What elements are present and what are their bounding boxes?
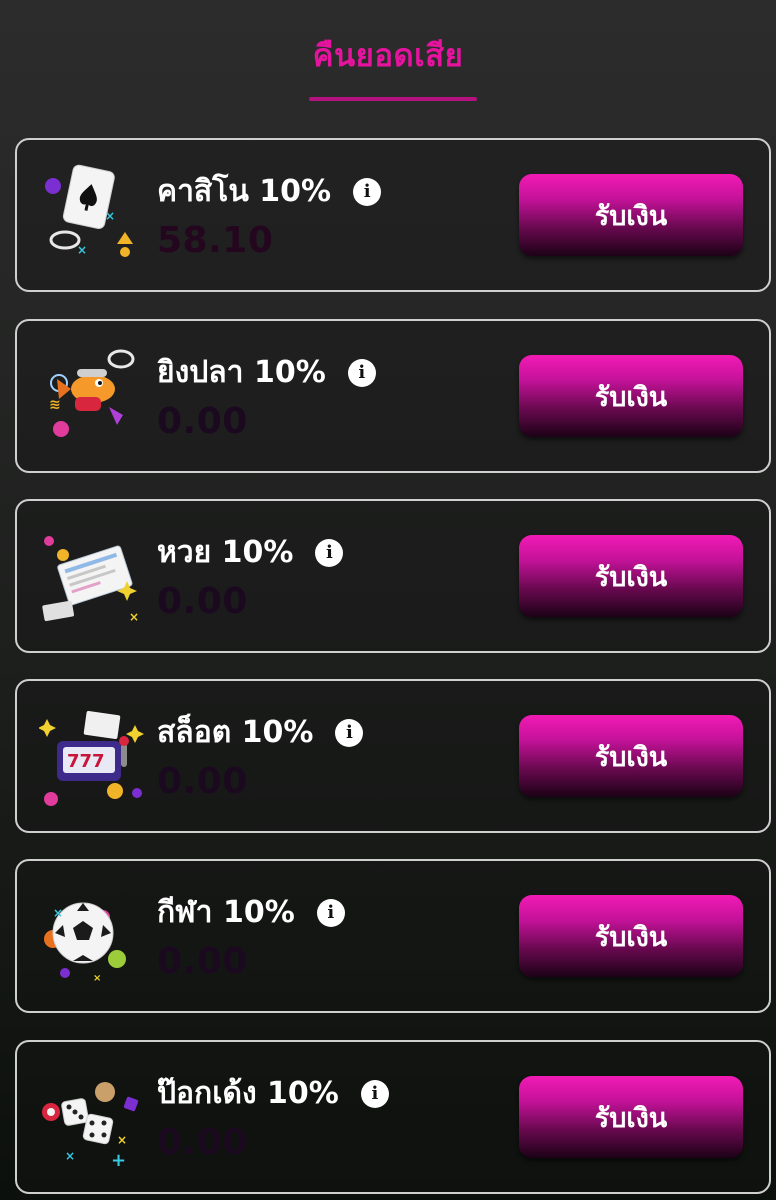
card-title-label: ยิงปลา 10% [157,355,326,390]
svg-text:×: × [93,973,101,984]
card-title-label: สล็อต 10% [157,715,314,750]
card-title: ยิงปลา 10% i [157,349,376,396]
svg-text:+: + [111,1150,126,1168]
playing-card-icon: × × [39,156,149,266]
info-icon[interactable]: i [347,358,376,387]
card-title: กีฬา 10% i [157,889,345,936]
svg-text:≋: ≋ [49,397,61,413]
soccer-ball-icon: × × [39,877,149,987]
card-title: คาสิโน 10% i [157,168,382,215]
svg-text:×: × [117,1133,127,1147]
cashback-card-casino: × × คาสิโน 10% i 58.10 รับเงิน [15,138,771,292]
svg-text:×: × [65,1149,75,1163]
page-title: คืนยอดเสีย [312,38,464,74]
svg-text:777: 777 [67,751,105,772]
claim-button[interactable]: รับเงิน [519,535,743,617]
svg-text:×: × [105,209,115,223]
page-header: คืนยอดเสีย [0,0,776,130]
cashback-card-lottery: × หวย 10% i 0.00 รับเงิน [15,499,771,653]
info-icon[interactable]: i [360,1079,389,1108]
cashback-card-slots: 777 สล็อต 10% i 0.00 รับเงิน [15,679,771,833]
card-amount: 58.10 [157,220,274,261]
claim-button[interactable]: รับเงิน [519,1076,743,1158]
claim-button[interactable]: รับเงิน [519,355,743,437]
svg-text:×: × [77,243,87,257]
card-amount: 0.00 [157,941,248,982]
card-amount: 0.00 [157,401,248,442]
card-amount: 0.00 [157,761,248,802]
claim-button[interactable]: รับเงิน [519,715,743,797]
info-icon[interactable]: i [315,538,344,567]
slot-machine-icon: 777 [38,697,149,807]
claim-button[interactable]: รับเงิน [519,895,743,977]
svg-text:×: × [129,610,139,624]
card-title-label: คาสิโน 10% [157,174,332,209]
cashback-card-fishing: ≋ ยิงปลา 10% i 0.00 รับเงิน [15,319,771,473]
card-title-label: หวย 10% [157,535,294,570]
card-amount: 0.00 [157,581,248,622]
cashback-card-sports: × × กีฬา 10% i 0.00 รับเงิน [15,859,771,1013]
card-title-label: ป๊อกเด้ง 10% [157,1076,339,1111]
info-icon[interactable]: i [353,177,382,206]
info-icon[interactable]: i [316,898,345,927]
svg-text:×: × [53,906,63,920]
info-icon[interactable]: i [335,718,364,747]
card-title: ป๊อกเด้ง 10% i [157,1070,389,1117]
card-title: สล็อต 10% i [157,709,364,756]
title-underline [309,97,477,101]
lottery-ticket-icon: × [39,517,149,627]
card-title: หวย 10% i [157,529,344,576]
card-amount: 0.00 [157,1122,248,1163]
claim-button[interactable]: รับเงิน [519,174,743,256]
card-title-label: กีฬา 10% [157,895,295,930]
fish-shooter-icon: ≋ [39,337,149,447]
dice-icon: × + × [39,1058,149,1171]
cashback-card-pokdeng: × + × ป๊อกเด้ง 10% i 0.00 รับเงิน [15,1040,771,1194]
